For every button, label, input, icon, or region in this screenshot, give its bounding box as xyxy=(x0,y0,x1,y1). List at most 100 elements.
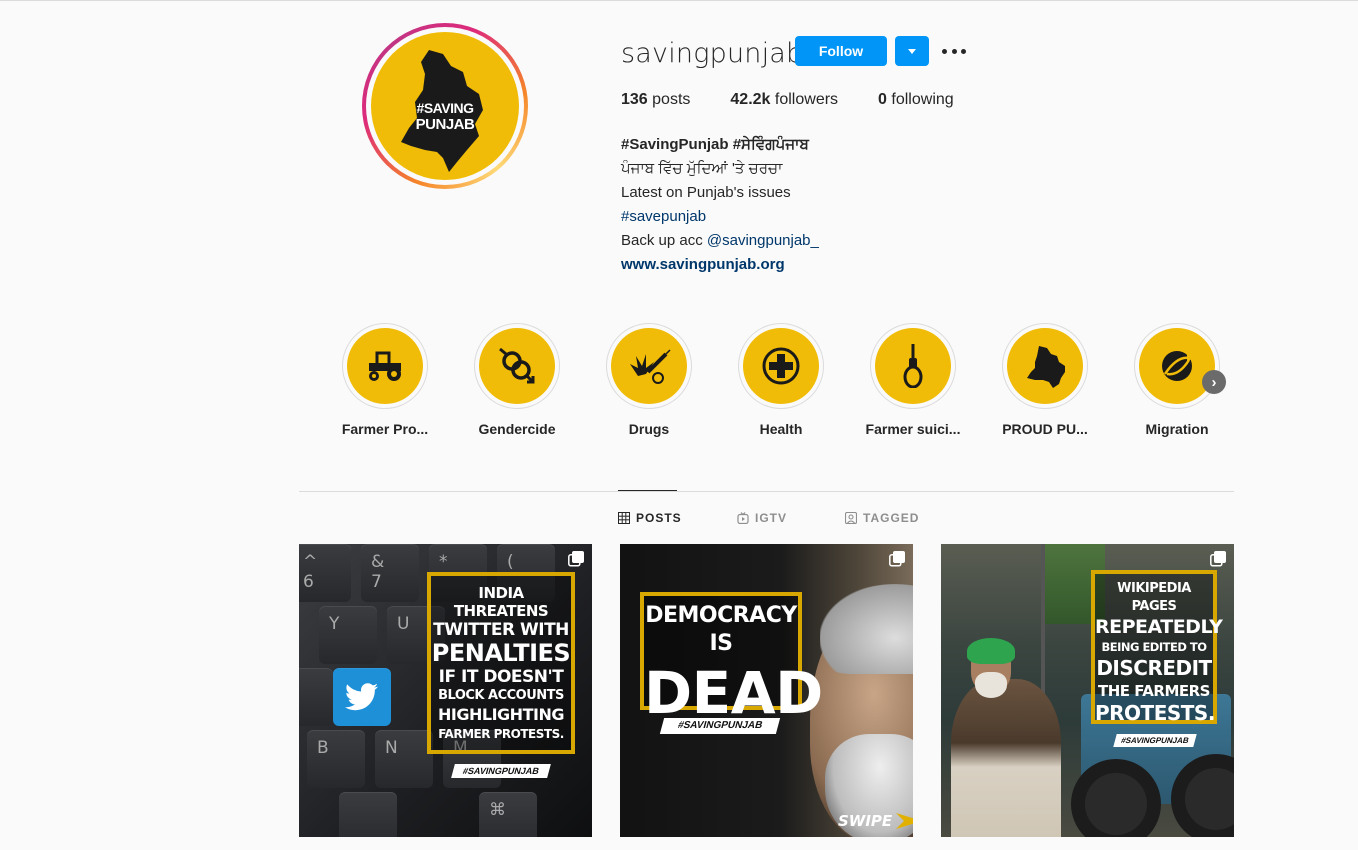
followers-count: 42.2k xyxy=(730,91,771,108)
post-thumbnail[interactable]: ^ 6 & 7 * ( Y U B N M ⌘ INDIA THREATENS … xyxy=(299,544,592,837)
post-caption-box: WIKIPEDIA PAGES REPEATEDLY BEING EDITED … xyxy=(1091,570,1223,725)
dot-icon xyxy=(961,48,966,54)
highlight-ring xyxy=(870,323,956,409)
arrow-right-icon xyxy=(896,813,913,829)
highlight-item[interactable]: Farmer Pro... xyxy=(325,323,445,437)
tab-igtv-label: IGTV xyxy=(755,511,788,525)
post-caption-box: DEMOCRACY IS DEAD xyxy=(640,592,823,727)
following-count: 0 xyxy=(878,91,887,108)
post-caption-line: HIGHLIGHTING xyxy=(438,705,564,724)
noose-icon xyxy=(903,344,923,388)
tabs-divider xyxy=(299,491,1234,492)
keyboard-key xyxy=(299,668,333,726)
profile-username: savingpunjab xyxy=(621,38,804,69)
highlight-ring xyxy=(606,323,692,409)
follow-button[interactable]: Follow xyxy=(795,36,887,66)
igtv-icon xyxy=(737,512,749,524)
post-caption-box: INDIA THREATENS TWITTER WITH PENALTIES I… xyxy=(427,572,575,754)
dot-icon xyxy=(942,48,947,54)
highlight-item[interactable]: PROUD PU... xyxy=(985,323,1105,437)
multiple-photos-icon xyxy=(568,551,584,567)
profile-stats: 136 posts 42.2k followers 0 following xyxy=(621,91,994,109)
tractor-icon xyxy=(369,351,401,381)
tab-igtv[interactable]: IGTV xyxy=(737,511,787,525)
followers-stat[interactable]: 42.2k followers xyxy=(730,91,838,109)
highlight-label: PROUD PU... xyxy=(1002,421,1088,437)
bio-name-line: #SavingPunjab #ਸੇਵਿੰਗਪੰਜਾਬ xyxy=(621,136,809,153)
avatar-logo-text-line1: #SAVING xyxy=(416,100,474,116)
highlight-label: Migration xyxy=(1145,421,1209,437)
active-tab-indicator xyxy=(618,490,677,491)
bio-website-link[interactable]: www.savingpunjab.org xyxy=(621,256,785,273)
post-caption-line: WIKIPEDIA PAGES xyxy=(1117,581,1191,614)
tab-posts-label: POSTS xyxy=(636,511,682,525)
highlight-item[interactable]: Health xyxy=(721,323,841,437)
bio-description-line: Latest on Punjab's issues xyxy=(621,184,791,201)
gender-icon xyxy=(499,347,535,384)
highlights-next-button[interactable]: › xyxy=(1202,370,1226,394)
punjab-map-icon xyxy=(1027,346,1065,388)
multiple-photos-icon xyxy=(889,551,905,567)
post-caption-line: DISCREDIT xyxy=(1096,656,1212,680)
swipe-label: SWIPE xyxy=(838,812,893,830)
highlight-ring xyxy=(1134,323,1220,409)
dot-icon xyxy=(951,48,957,54)
multiple-photos-icon xyxy=(1210,551,1226,567)
farmer-figure-turban xyxy=(967,638,1015,664)
post-hashtag-pill: #SAVINGPUNJAB xyxy=(659,718,781,734)
caret-down-icon xyxy=(908,48,916,54)
migration-icon xyxy=(1162,351,1193,381)
bio-backup-mention-link[interactable]: @savingpunjab_ xyxy=(707,232,819,249)
post-caption-line: BEING EDITED TO xyxy=(1101,640,1207,654)
medical-cross-icon xyxy=(762,347,800,385)
more-options-button[interactable] xyxy=(942,43,966,59)
twitter-bird-icon xyxy=(345,683,379,711)
post-caption-line: IF IT DOESN'T xyxy=(438,667,564,687)
farmer-figure-beard xyxy=(975,672,1007,698)
farmer-figure-body xyxy=(951,679,1061,837)
following-stat[interactable]: 0 following xyxy=(878,91,954,109)
keyboard-key: & 7 xyxy=(361,544,419,602)
followers-label: followers xyxy=(774,91,839,108)
bio-backup-prefix: Back up acc xyxy=(621,232,707,249)
post-caption-line: PROTESTS. xyxy=(1095,701,1215,725)
profile-avatar[interactable]: #SAVING PUNJAB xyxy=(371,32,519,180)
drugs-icon xyxy=(630,349,671,384)
highlight-item[interactable]: Gendercide xyxy=(457,323,577,437)
highlight-cover xyxy=(875,328,951,404)
highlight-cover xyxy=(1007,328,1083,404)
keyboard-key: ⌘ xyxy=(479,792,537,837)
post-caption-line: BLOCK ACCOUNTS xyxy=(438,688,564,703)
highlight-cover xyxy=(479,328,555,404)
keyboard-key: ^ 6 xyxy=(299,544,351,602)
highlight-ring xyxy=(1002,323,1088,409)
highlight-ring xyxy=(342,323,428,409)
profile-avatar-story-ring[interactable]: #SAVING PUNJAB xyxy=(362,23,528,189)
post-hashtag-pill: #SAVINGPUNJAB xyxy=(1113,734,1197,747)
posts-stat: 136 posts xyxy=(621,91,690,109)
post-thumbnail[interactable]: WIKIPEDIA PAGES REPEATEDLY BEING EDITED … xyxy=(941,544,1234,837)
suggested-accounts-dropdown-button[interactable] xyxy=(895,36,929,66)
keyboard-key: Y xyxy=(319,606,377,664)
avatar-logo-text-line2: PUNJAB xyxy=(415,116,475,133)
post-caption-line: THE FARMERS xyxy=(1098,682,1210,700)
keyboard-key: B xyxy=(307,730,365,788)
highlight-cover xyxy=(347,328,423,404)
tab-tagged[interactable]: TAGGED xyxy=(845,511,919,525)
bio-hashtag-link[interactable]: #savepunjab xyxy=(621,208,706,225)
highlight-item[interactable]: Drugs xyxy=(589,323,709,437)
grid-icon xyxy=(618,512,630,524)
highlight-item[interactable]: Farmer suici... xyxy=(853,323,973,437)
post-caption-line: PENALTIES xyxy=(431,639,571,667)
keyboard-key xyxy=(339,792,397,837)
tab-posts[interactable]: POSTS xyxy=(618,511,682,525)
posts-label: posts xyxy=(652,91,691,108)
post-caption-line: DEMOCRACY IS xyxy=(645,603,797,656)
highlight-cover xyxy=(611,328,687,404)
highlight-cover xyxy=(743,328,819,404)
tagged-icon xyxy=(845,512,857,524)
following-label: following xyxy=(891,91,954,108)
bio-backup-line: Back up acc @savingpunjab_ xyxy=(621,229,819,253)
post-thumbnail[interactable]: DEMOCRACY IS DEAD #SAVINGPUNJAB SWIPE xyxy=(620,544,913,837)
portrait-hair xyxy=(820,584,913,674)
